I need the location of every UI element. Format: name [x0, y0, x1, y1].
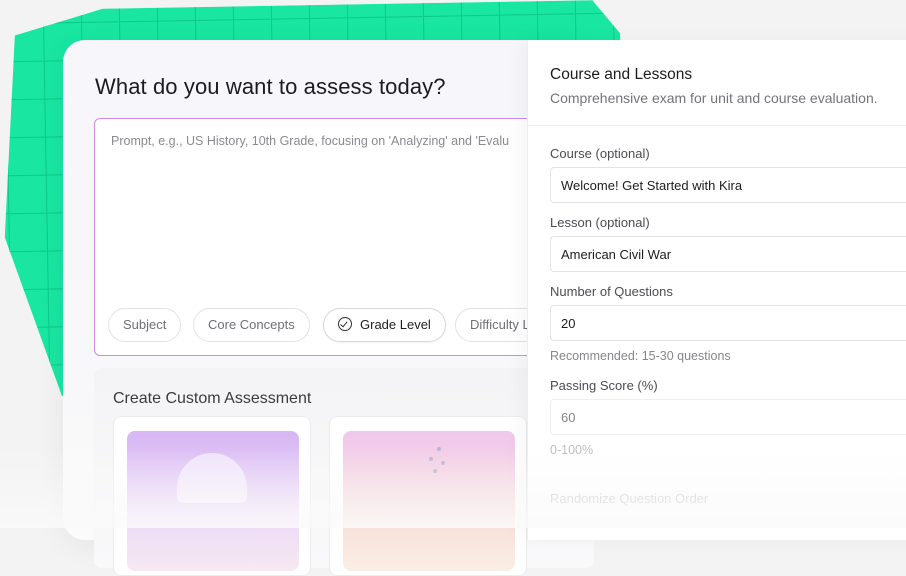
lesson-field[interactable] [550, 236, 906, 272]
section-title: Create Custom Assessment [113, 390, 312, 407]
assessment-card: What do you want to assess today? Subjec… [63, 40, 594, 576]
course-field[interactable] [550, 167, 906, 203]
lesson-label: Lesson (optional) [550, 215, 650, 230]
prompt-input[interactable] [109, 133, 583, 149]
template-thumbnail [343, 431, 515, 571]
chip-label: Difficulty L [470, 317, 530, 332]
passing-score-label: Passing Score (%) [550, 378, 658, 393]
chip-label: Subject [123, 317, 167, 332]
custom-assessment-section: Create Custom Assessment [94, 368, 594, 576]
template-thumbnail [127, 431, 299, 571]
course-label: Course (optional) [550, 146, 650, 161]
thumbnail-illustration [177, 453, 247, 503]
sparkle-dots-icon [423, 447, 453, 477]
page-title: What do you want to assess today? [95, 74, 446, 99]
divider [528, 125, 906, 126]
template-card[interactable] [329, 416, 527, 576]
chip-core-concepts[interactable]: Core Concepts [193, 308, 310, 342]
chip-subject[interactable]: Subject [108, 308, 182, 342]
prompt-box[interactable]: Subject Core Concepts Grade Level Diffic… [94, 118, 594, 356]
num-questions-field[interactable] [550, 305, 906, 341]
passing-score-help: 0-100% [550, 443, 594, 457]
num-questions-label: Number of Questions [550, 284, 673, 299]
chip-label: Core Concepts [208, 317, 295, 332]
panel-subtitle: Comprehensive exam for unit and course e… [550, 90, 878, 106]
template-card[interactable] [113, 416, 311, 576]
check-circle-icon [338, 317, 352, 331]
randomize-order-label[interactable]: Randomize Question Order [550, 491, 708, 506]
panel-title: Course and Lessons [550, 66, 693, 83]
chip-grade-level[interactable]: Grade Level [323, 308, 446, 342]
course-settings-panel: Course and Lessons Comprehensive exam fo… [527, 40, 906, 540]
chip-label: Grade Level [360, 317, 431, 332]
num-questions-help: Recommended: 15-30 questions [550, 349, 731, 363]
passing-score-field[interactable] [550, 399, 906, 435]
